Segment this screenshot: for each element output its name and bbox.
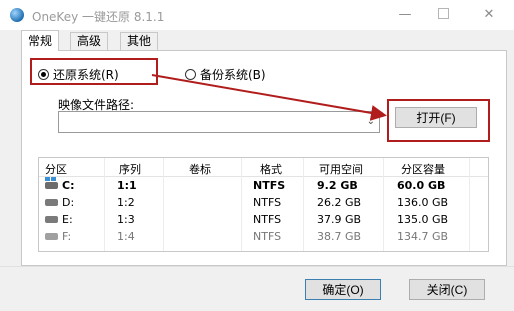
free-cell: 26.2 GB xyxy=(317,196,362,209)
header-format: 格式 xyxy=(260,163,282,176)
general-panel: 还原系统(R) 备份系统(B) 映像文件路径: ⌄ 打开(F) 分区 序列 卷标… xyxy=(21,50,507,266)
seq-cell: 1:1 xyxy=(117,179,137,192)
close-window-button[interactable]: ✕ xyxy=(474,6,504,24)
partition-name: E: xyxy=(62,213,73,226)
table-row[interactable]: F: 1:4 NTFS 38.7 GB 134.7 GB xyxy=(39,229,488,244)
radio-unselected-icon xyxy=(185,69,196,80)
open-button[interactable]: 打开(F) xyxy=(395,107,477,128)
header-partition: 分区 xyxy=(45,163,67,176)
tab-bar: 常规 高级 其他 xyxy=(0,30,514,51)
format-cell: NTFS xyxy=(253,213,282,226)
radio-backup-system[interactable]: 备份系统(B) xyxy=(185,66,266,83)
free-cell: 9.2 GB xyxy=(317,179,358,192)
radio-restore-system[interactable]: 还原系统(R) xyxy=(38,66,119,83)
seq-cell: 1:3 xyxy=(117,213,135,226)
table-row[interactable]: D: 1:2 NTFS 26.2 GB 136.0 GB xyxy=(39,195,488,210)
header-label: 卷标 xyxy=(189,163,211,176)
partition-cell: E: xyxy=(45,213,73,226)
tab-general[interactable]: 常规 xyxy=(21,30,60,51)
chevron-down-icon[interactable]: ⌄ xyxy=(367,116,375,127)
partition-cell: C: xyxy=(45,177,75,192)
close-button[interactable]: 关闭(C) xyxy=(409,279,485,300)
maximize-button[interactable] xyxy=(428,6,458,24)
radio-selected-icon xyxy=(38,69,49,80)
size-cell: 60.0 GB xyxy=(397,179,446,192)
disk-drive-icon xyxy=(45,216,58,223)
radio-backup-label: 备份系统(B) xyxy=(200,68,266,82)
partition-name: C: xyxy=(62,179,75,192)
maximize-icon xyxy=(437,8,449,19)
header-free: 可用空间 xyxy=(319,163,363,176)
header-seq: 序列 xyxy=(119,163,141,176)
format-cell: NTFS xyxy=(253,196,282,209)
partition-name: F: xyxy=(62,230,72,243)
size-cell: 136.0 GB xyxy=(397,196,449,209)
system-disk-icon xyxy=(45,177,58,189)
table-row[interactable]: C: 1:1 NTFS 9.2 GB 60.0 GB xyxy=(39,177,488,193)
free-cell: 38.7 GB xyxy=(317,230,362,243)
title-bar: OneKey 一键还原 8.1.1 — ✕ xyxy=(0,0,514,30)
disk-drive-icon xyxy=(45,199,58,206)
size-cell: 134.7 GB xyxy=(397,230,449,243)
window-title: OneKey 一键还原 8.1.1 xyxy=(32,10,165,24)
image-path-combobox[interactable]: ⌄ xyxy=(58,111,380,133)
seq-cell: 1:2 xyxy=(117,196,135,209)
disk-drive-icon xyxy=(45,233,58,240)
table-header: 分区 序列 卷标 格式 可用空间 分区容量 xyxy=(39,158,488,177)
tab-other[interactable]: 其他 xyxy=(120,32,159,50)
format-cell: NTFS xyxy=(253,179,286,192)
ok-button[interactable]: 确定(O) xyxy=(305,279,381,300)
partition-table: 分区 序列 卷标 格式 可用空间 分区容量 C: 1:1 NTFS 9.2 GB… xyxy=(38,157,489,252)
table-row[interactable]: E: 1:3 NTFS 37.9 GB 135.0 GB xyxy=(39,212,488,227)
partition-name: D: xyxy=(62,196,75,209)
partition-cell: D: xyxy=(45,196,74,209)
onekey-app-icon xyxy=(10,8,24,22)
partition-cell: F: xyxy=(45,230,71,243)
tab-advanced[interactable]: 高级 xyxy=(70,32,109,50)
seq-cell: 1:4 xyxy=(117,230,135,243)
format-cell: NTFS xyxy=(253,230,282,243)
size-cell: 135.0 GB xyxy=(397,213,449,226)
radio-restore-label: 还原系统(R) xyxy=(53,68,119,82)
minimize-button[interactable]: — xyxy=(390,6,420,24)
free-cell: 37.9 GB xyxy=(317,213,362,226)
header-size: 分区容量 xyxy=(401,163,445,176)
footer-divider xyxy=(0,266,514,267)
